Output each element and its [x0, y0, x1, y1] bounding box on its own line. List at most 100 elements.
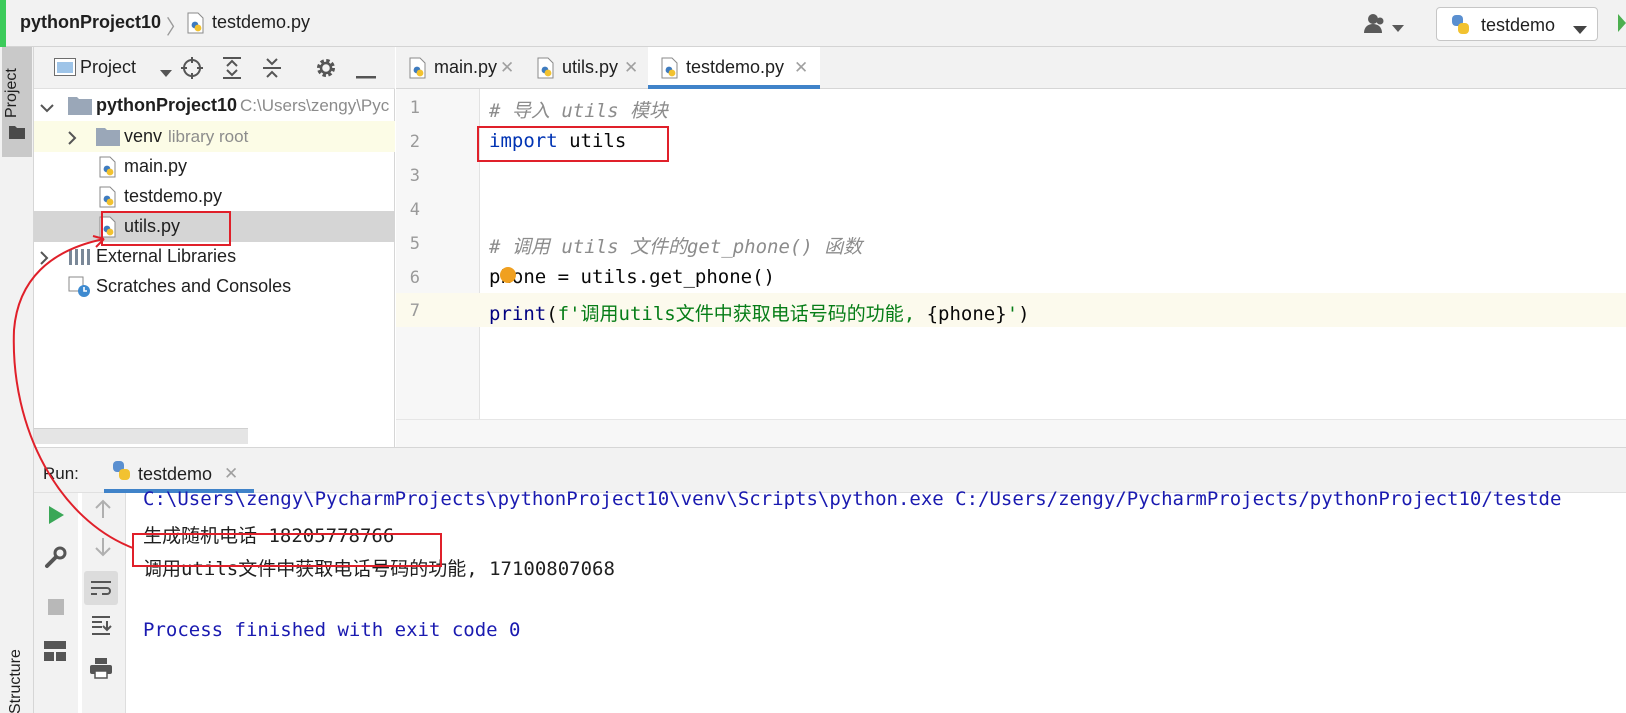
- tree-item-label: venv: [124, 126, 163, 146]
- vcs-status-stripe: [0, 0, 6, 47]
- tree-item-label: testdemo.py: [124, 186, 223, 206]
- chevron-down-icon[interactable]: [160, 63, 172, 83]
- tree-item-testdemo-py[interactable]: testdemo.py: [34, 181, 395, 212]
- line-number: 5: [409, 234, 420, 254]
- python-icon: [1449, 14, 1473, 41]
- layout-icon[interactable]: [44, 641, 66, 666]
- python-file-icon: [186, 12, 206, 39]
- run-configuration-select[interactable]: testdemo: [1436, 7, 1598, 41]
- code-line-print: print(f'调用utils文件中获取电话号码的功能, {phone}'): [489, 299, 1030, 326]
- python-file-icon: [98, 156, 118, 183]
- gear-icon[interactable]: [314, 56, 338, 85]
- collapse-all-icon[interactable]: [261, 56, 283, 85]
- locate-icon[interactable]: [180, 56, 204, 85]
- code-string: ': [1006, 303, 1019, 325]
- library-icon: [68, 246, 92, 271]
- hide-panel-icon[interactable]: [356, 65, 376, 85]
- code-paren: (: [546, 303, 558, 325]
- breadcrumb-file[interactable]: testdemo.py: [212, 12, 310, 33]
- tab-utils-py[interactable]: utils.py ✕: [524, 47, 648, 89]
- tree-item-label: Scratches and Consoles: [96, 276, 292, 296]
- python-file-icon: [536, 57, 556, 84]
- project-panel-header: Project: [34, 47, 395, 89]
- rerun-icon[interactable]: [47, 505, 65, 530]
- chevron-down-icon[interactable]: [1392, 18, 1404, 38]
- tree-item-venv[interactable]: venv library root: [34, 121, 395, 152]
- line-number: 4: [409, 200, 420, 220]
- close-icon[interactable]: ✕: [794, 58, 808, 78]
- run-tab-label: testdemo: [138, 464, 213, 484]
- editor-tab-bar: main.py ✕ utils.py ✕ testdemo.py ✕: [396, 47, 1626, 89]
- tab-label: testdemo.py: [686, 57, 785, 77]
- code-function: print: [489, 303, 547, 325]
- breadcrumb-separator: 〉: [166, 17, 186, 39]
- console-exit-line: Process finished with exit code 0: [143, 619, 521, 641]
- arrow-down-icon[interactable]: [94, 537, 112, 562]
- line-number: 6: [409, 268, 420, 288]
- folder-icon: [96, 126, 120, 151]
- tree-item-path: C:\Users\zengy\Pyc: [240, 96, 390, 115]
- print-icon[interactable]: [89, 657, 113, 684]
- chevron-down-icon: [1573, 20, 1587, 40]
- run-configuration-label: testdemo: [1481, 15, 1556, 35]
- run-tab-testdemo[interactable]: testdemo ✕: [104, 451, 254, 493]
- tab-main-py[interactable]: main.py ✕: [396, 47, 524, 89]
- scroll-to-end-icon[interactable]: [89, 615, 113, 642]
- code-line-comment: # 调用 utils 文件的get_phone() 函数: [489, 236, 863, 258]
- chevron-right-icon[interactable]: [68, 130, 78, 150]
- tree-item-label: pythonProject10: [96, 95, 238, 115]
- annotation-box-utils-file: [101, 211, 231, 246]
- run-panel-header: [34, 447, 1626, 493]
- tree-item-main-py[interactable]: main.py: [34, 151, 395, 182]
- close-icon[interactable]: ✕: [224, 464, 238, 484]
- line-number: 1: [409, 98, 420, 118]
- chevron-right-icon[interactable]: [40, 250, 50, 270]
- breadcrumb-project[interactable]: pythonProject10: [20, 12, 161, 33]
- project-view-select[interactable]: Project: [80, 57, 136, 78]
- stop-icon[interactable]: [48, 599, 64, 620]
- project-horizontal-scrollbar[interactable]: [34, 428, 248, 444]
- run-button-icon[interactable]: [1618, 14, 1626, 32]
- code-fstring-expression: {phone}: [926, 303, 1007, 325]
- code-line-assignment: phone = utils.get_phone(): [489, 266, 775, 288]
- tab-testdemo-py[interactable]: testdemo.py ✕: [648, 47, 820, 89]
- line-number: 7: [409, 301, 420, 321]
- tab-label: utils.py: [562, 57, 619, 77]
- project-view-icon: [54, 58, 76, 81]
- folder-icon: [9, 124, 25, 144]
- expand-all-icon[interactable]: [221, 56, 243, 85]
- tab-label: main.py: [434, 57, 498, 77]
- editor-horizontal-scrollbar[interactable]: [396, 419, 1626, 447]
- run-toolbar-secondary: [82, 493, 126, 713]
- soft-wrap-icon[interactable]: [84, 571, 118, 605]
- run-toolbar-primary: [34, 493, 78, 713]
- tree-item-scratches[interactable]: Scratches and Consoles: [34, 271, 395, 302]
- annotation-box-output: [132, 533, 442, 567]
- tree-item-label: External Libraries: [96, 246, 237, 266]
- code-paren: ): [1018, 303, 1030, 325]
- python-file-icon: [98, 186, 118, 213]
- python-icon: [110, 460, 134, 487]
- folder-icon: [68, 95, 92, 120]
- intention-bulb-icon[interactable]: [500, 267, 516, 283]
- user-icon[interactable]: [1364, 12, 1386, 39]
- tree-item-note: library root: [168, 127, 249, 146]
- python-file-icon: [660, 57, 680, 84]
- close-icon[interactable]: ✕: [500, 58, 514, 78]
- tree-item-label: main.py: [124, 156, 188, 176]
- close-icon[interactable]: ✕: [624, 58, 638, 78]
- line-number: 2: [409, 132, 420, 152]
- scratches-icon: [68, 276, 92, 303]
- annotation-box-import: [477, 126, 669, 162]
- structure-tool-tab[interactable]: Structure: [7, 649, 25, 713]
- code-line-comment: # 导入 utils 模块: [489, 100, 668, 122]
- project-tool-tab-label: Project: [3, 68, 20, 118]
- tree-item-project-root[interactable]: pythonProject10 C:\Users\zengy\Pyc: [34, 90, 395, 121]
- arrow-up-icon[interactable]: [94, 499, 112, 524]
- chevron-down-icon[interactable]: [40, 99, 54, 119]
- wrench-icon[interactable]: [44, 545, 68, 574]
- python-file-icon: [408, 57, 428, 84]
- console-command-line: C:\Users\zengy\PycharmProjects\pythonPro…: [143, 488, 1562, 510]
- line-number: 3: [409, 166, 420, 186]
- run-panel-label: Run:: [43, 464, 79, 483]
